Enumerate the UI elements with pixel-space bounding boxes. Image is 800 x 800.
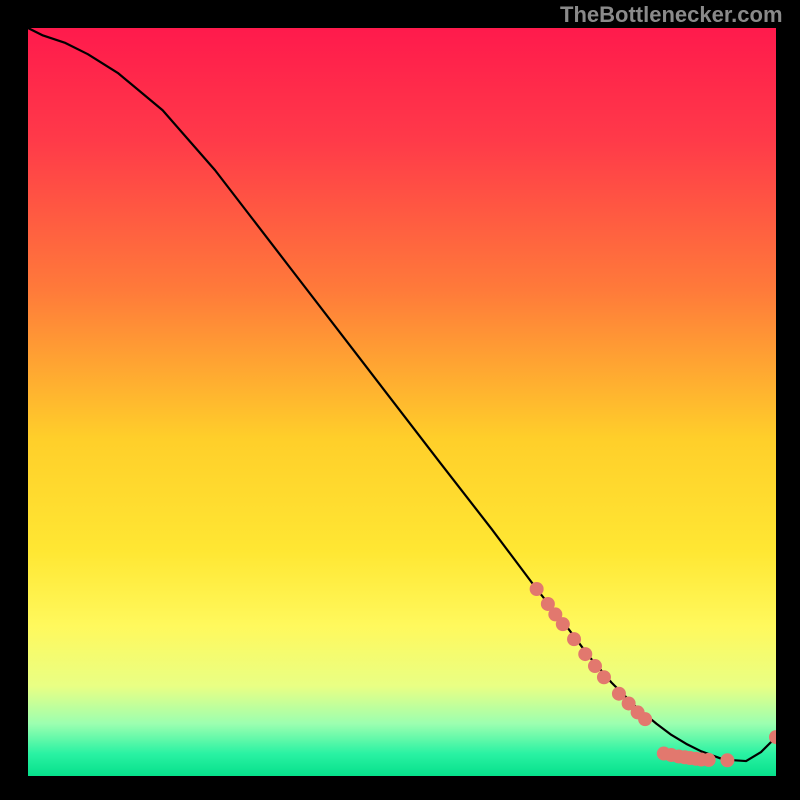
plot-area xyxy=(28,28,776,776)
marker-point xyxy=(702,753,716,767)
marker-point xyxy=(588,659,602,673)
gradient-background xyxy=(28,28,776,776)
watermark-text: TheBottlenecker.com xyxy=(560,2,783,28)
marker-point xyxy=(530,582,544,596)
marker-point xyxy=(567,632,581,646)
marker-point xyxy=(597,670,611,684)
marker-point xyxy=(638,712,652,726)
marker-point xyxy=(556,617,570,631)
marker-point xyxy=(720,753,734,767)
chart-stage: TheBottlenecker.com xyxy=(0,0,800,800)
marker-point xyxy=(578,647,592,661)
chart-svg xyxy=(28,28,776,776)
